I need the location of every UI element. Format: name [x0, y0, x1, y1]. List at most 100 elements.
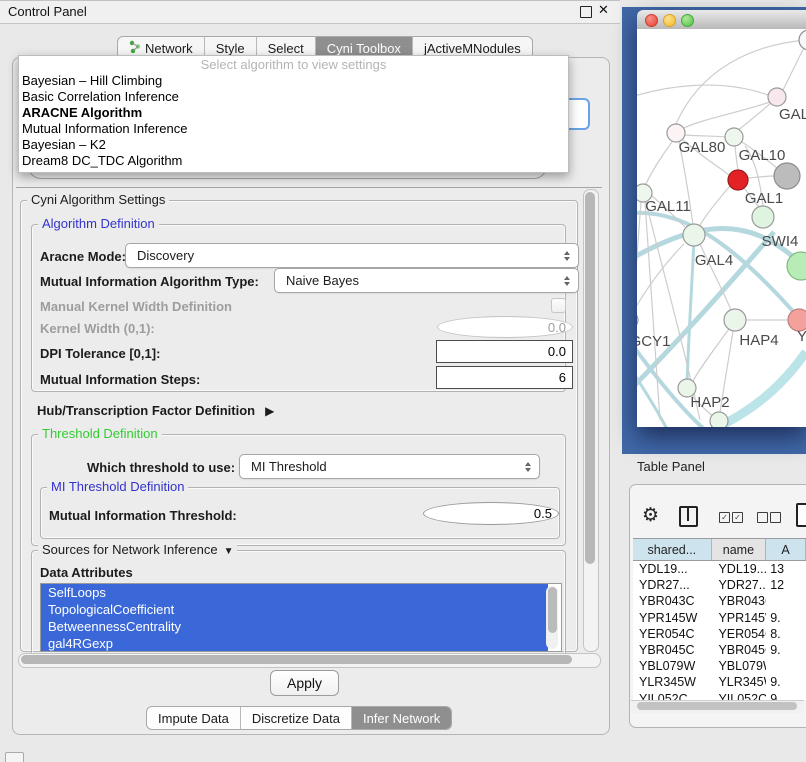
- network-node[interactable]: [710, 412, 728, 427]
- table-row[interactable]: YBR045CYBR045C9.: [633, 642, 806, 658]
- select-all-checkbox-icon[interactable]: ✓: [719, 512, 730, 523]
- table-row[interactable]: YDL19...YDL19...13: [633, 561, 806, 577]
- network-node-swi4[interactable]: [752, 206, 774, 228]
- network-icon: [129, 40, 141, 57]
- network-node-gcy1[interactable]: [637, 312, 638, 328]
- attribute-item-betweennesscentrality[interactable]: BetweennessCentrality: [41, 618, 548, 635]
- table-cell[interactable]: YLR345W: [711, 674, 766, 690]
- attribute-item-selfloops[interactable]: SelfLoops: [41, 584, 548, 601]
- settings-vertical-scrollbar-thumb[interactable]: [585, 192, 595, 564]
- network-node-gal4[interactable]: [683, 224, 705, 246]
- table-cell[interactable]: YDL19...: [633, 561, 711, 577]
- close-traffic-light-icon[interactable]: [645, 14, 658, 27]
- table-cell[interactable]: YER054C: [711, 626, 766, 642]
- dpi-tolerance-input[interactable]: 0.0: [436, 340, 573, 363]
- table-row[interactable]: YPR145WYPR145W9.: [633, 610, 806, 626]
- attributes-list-scrollbar[interactable]: [546, 586, 558, 649]
- table-cell[interactable]: 12: [766, 577, 806, 593]
- kernel-width-input[interactable]: 0.0: [437, 316, 573, 338]
- gear-icon[interactable]: ⚙: [642, 504, 659, 527]
- table-cell[interactable]: YBR043C: [633, 593, 711, 609]
- table-cell[interactable]: YIL052C: [711, 691, 766, 701]
- apply-button[interactable]: Apply: [270, 670, 339, 696]
- tab-impute-data[interactable]: Impute Data: [147, 707, 241, 729]
- algorithm-option-aracne-algorithm[interactable]: ARACNE Algorithm: [19, 105, 568, 121]
- algorithm-option-basic-correlation-inference[interactable]: Basic Correlation Inference: [19, 89, 568, 105]
- tab-label: Discretize Data: [252, 711, 340, 726]
- table-row[interactable]: YBR043CYBR043C: [633, 593, 806, 609]
- attribute-item-topologicalcoefficient[interactable]: TopologicalCoefficient: [41, 601, 548, 618]
- table-cell[interactable]: YBR045C: [711, 642, 766, 658]
- tab-label: Network: [145, 41, 193, 56]
- algorithm-option-bayesian-hill-climbing[interactable]: Bayesian – Hill Climbing: [19, 73, 568, 89]
- table-cell[interactable]: YBL079W: [633, 658, 711, 674]
- which-threshold-label: Which threshold to use:: [87, 460, 235, 475]
- mi-steps-input[interactable]: 6: [436, 366, 573, 389]
- mi-threshold-input[interactable]: 0.5: [423, 502, 559, 525]
- attribute-item-gal4rgexp[interactable]: gal4RGexp: [41, 635, 548, 652]
- table-cell[interactable]: [766, 593, 806, 609]
- network-node-gal1[interactable]: [728, 170, 748, 190]
- table-row[interactable]: YLR345WYLR345W9.: [633, 674, 806, 690]
- tab-discretize-data[interactable]: Discretize Data: [241, 707, 352, 729]
- unselect-all-checkbox-icon[interactable]: [757, 512, 768, 523]
- table-row[interactable]: YIL052CYIL052C9: [633, 691, 806, 701]
- kernel-width-label: Kernel Width (0,1):: [40, 321, 155, 336]
- network-node-gal10[interactable]: [725, 128, 743, 146]
- table-cell[interactable]: YPR145W: [711, 610, 766, 626]
- application-window: Control Panel ✕ NetworkStyleSelectCyni T…: [0, 0, 806, 762]
- table-cell[interactable]: YBR043C: [711, 593, 766, 609]
- columns-icon[interactable]: [679, 506, 698, 527]
- table-cell[interactable]: YDL19...: [711, 561, 766, 577]
- column-header-a[interactable]: A: [766, 539, 806, 560]
- table-cell[interactable]: YER054C: [633, 626, 711, 642]
- data-attributes-list[interactable]: SelfLoopsTopologicalCoefficientBetweenne…: [40, 583, 562, 652]
- network-node-hap4[interactable]: [724, 309, 746, 331]
- table-cell[interactable]: YLR345W: [633, 674, 711, 690]
- table-cell[interactable]: YBR045C: [633, 642, 711, 658]
- which-threshold-select[interactable]: MI Threshold: [239, 454, 540, 479]
- float-window-icon[interactable]: [580, 6, 592, 18]
- table-horizontal-scrollbar-thumb[interactable]: [637, 702, 797, 710]
- tab-infer-network[interactable]: Infer Network: [352, 707, 451, 729]
- column-header-name[interactable]: name: [712, 539, 767, 560]
- export-table-icon[interactable]: [796, 503, 806, 527]
- hub-factor-expander[interactable]: Hub/Transcription Factor Definition ▶: [37, 403, 274, 418]
- manual-kernel-width-checkbox[interactable]: [551, 298, 566, 313]
- network-window-titlebar[interactable]: [637, 10, 806, 30]
- select-all-checkbox-icon[interactable]: ✓: [732, 512, 743, 523]
- mi-algorithm-type-select[interactable]: Naive Bayes: [274, 268, 579, 293]
- column-header-shared[interactable]: shared...: [633, 539, 712, 560]
- collapse-down-icon[interactable]: ▼: [224, 546, 234, 557]
- algorithm-option-mutual-information-inference[interactable]: Mutual Information Inference: [19, 121, 568, 137]
- table-cell[interactable]: YDR27...: [711, 577, 766, 593]
- table-row[interactable]: YDR27...YDR27...12: [633, 577, 806, 593]
- table-cell[interactable]: YBL079W: [711, 658, 766, 674]
- table-row[interactable]: YER054CYER054C8.: [633, 626, 806, 642]
- table-cell[interactable]: 8.: [766, 626, 806, 642]
- network-node[interactable]: [774, 163, 800, 189]
- settings-horizontal-scrollbar-thumb[interactable]: [21, 655, 572, 664]
- table-cell[interactable]: 13: [766, 561, 806, 577]
- unselect-all-checkbox-icon[interactable]: [770, 512, 781, 523]
- table-cell[interactable]: 9.: [766, 610, 806, 626]
- algorithm-option-dream8-dc-tdc-algorithm[interactable]: Dream8 DC_TDC Algorithm: [19, 153, 568, 169]
- algorithm-option-bayesian-k2[interactable]: Bayesian – K2: [19, 137, 568, 153]
- table-cell[interactable]: [766, 658, 806, 674]
- table-cell[interactable]: YDR27...: [633, 577, 711, 593]
- close-icon[interactable]: ✕: [598, 2, 609, 18]
- network-node-gal[interactable]: [768, 88, 786, 106]
- minimize-traffic-light-icon[interactable]: [663, 14, 676, 27]
- table-cell[interactable]: YPR145W: [633, 610, 711, 626]
- network-canvas[interactable]: GALGAL80GAL10GAL1GAL11SWI4GAL4GCY1HAP4YH…: [637, 29, 806, 427]
- zoom-traffic-light-icon[interactable]: [681, 14, 694, 27]
- table-row[interactable]: YBL079WYBL079W: [633, 658, 806, 674]
- table-cell[interactable]: 9.: [766, 674, 806, 690]
- table-cell[interactable]: YIL052C: [633, 691, 711, 701]
- panel-corner-icon[interactable]: [5, 752, 24, 762]
- network-node[interactable]: [799, 30, 806, 50]
- table-cell[interactable]: 9: [766, 691, 806, 701]
- table-cell[interactable]: 9.: [766, 642, 806, 658]
- aracne-mode-select[interactable]: Discovery: [125, 243, 579, 268]
- node-label-gal11: GAL11: [645, 198, 691, 215]
